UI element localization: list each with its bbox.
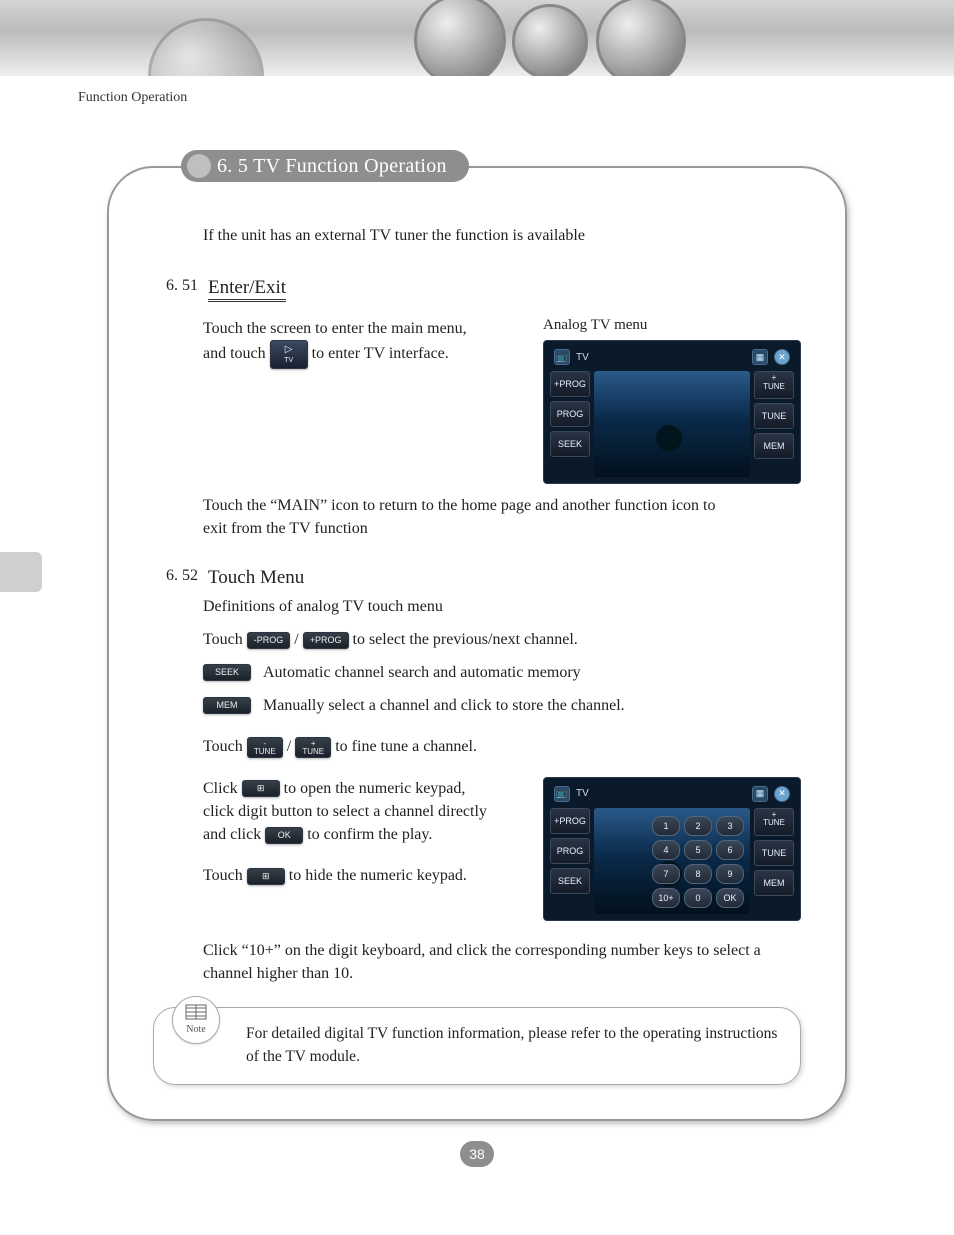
key-3: 3 (716, 816, 744, 836)
grid-icon: ▦ (752, 349, 768, 365)
content-panel: 6. 5 TV Function Operation If the unit h… (107, 166, 847, 1121)
keypad-icon: ⊞ (242, 780, 280, 797)
mem-button: MEM (754, 433, 794, 459)
keypad-open-paragraph: Click ⊞ to open the numeric keypad, clic… (203, 777, 495, 847)
tune-plus-button: +TUNE (754, 808, 794, 836)
seek-icon: SEEK (203, 664, 251, 681)
tune-button: TUNE (754, 403, 794, 429)
tune-button: TUNE (754, 840, 794, 866)
note-label: Note (186, 1022, 205, 1037)
key-6: 6 (716, 840, 744, 860)
text: Manually select a channel and click to s… (263, 694, 625, 717)
text: / (294, 631, 302, 648)
tune-line: Touch -TUNE / +TUNE to fine tune a chann… (203, 735, 801, 758)
text: Touch (203, 867, 243, 884)
key-0: 0 (684, 888, 712, 908)
analog-tv-menu-label: Analog TV menu (543, 317, 801, 334)
ok-icon: OK (265, 827, 303, 844)
grid-icon: ▦ (752, 786, 768, 802)
key-9: 9 (716, 864, 744, 884)
definitions-line: Definitions of analog TV touch menu (203, 595, 801, 618)
seek-button: SEEK (550, 868, 590, 894)
key-5: 5 (684, 840, 712, 860)
prog-plus-icon: +PROG (303, 632, 349, 649)
section-number: 6. 52 (153, 567, 198, 585)
tv-logo-icon: 📺 (554, 349, 570, 365)
close-icon: ✕ (774, 349, 790, 365)
text: to enter TV interface. (312, 346, 449, 363)
prog-button: PROG (550, 838, 590, 864)
section-6-51-header: 6. 51 Enter/Exit (153, 277, 801, 299)
tv-title: TV (576, 788, 589, 799)
prog-button: PROG (550, 401, 590, 427)
keypad-icon: ⊞ (247, 868, 285, 885)
page-number: 38 (460, 1141, 494, 1167)
prog-line: Touch -PROG / +PROG to select the previo… (203, 628, 801, 651)
prog-plus-button: +PROG (550, 371, 590, 397)
numeric-keypad: 1 2 3 4 5 6 7 8 9 10+ 0 (652, 816, 744, 908)
note-icon: Note (172, 996, 220, 1044)
tv-screen-figure-1: 📺 TV ▦ ✕ +PROG PROG SEEK (543, 340, 801, 484)
section-heading: Enter/Exit (208, 277, 286, 302)
key-8: 8 (684, 864, 712, 884)
section-heading: Touch Menu (208, 567, 304, 589)
note-text: For detailed digital TV function informa… (246, 1025, 777, 1065)
text: to hide the numeric keypad. (289, 867, 467, 884)
main-icon-paragraph: Touch the “MAIN” icon to return to the h… (203, 494, 743, 540)
close-icon: ✕ (774, 786, 790, 802)
prog-plus-button: +PROG (550, 808, 590, 834)
text: to confirm the play. (307, 826, 432, 843)
running-head: Function Operation (0, 76, 954, 106)
seek-button: SEEK (550, 431, 590, 457)
tv-logo-icon: 📺 (554, 786, 570, 802)
key-1: 1 (652, 816, 680, 836)
text: Click (203, 780, 238, 797)
enter-exit-paragraph: Touch the screen to enter the main menu,… (203, 317, 491, 369)
seek-line: SEEK Automatic channel search and automa… (203, 661, 801, 684)
section-6-52-header: 6. 52 Touch Menu (153, 567, 801, 589)
prog-minus-icon: -PROG (247, 632, 291, 649)
keypad-hide-paragraph: Touch ⊞ to hide the numeric keypad. (203, 864, 495, 887)
intro-text: If the unit has an external TV tuner the… (203, 224, 801, 247)
mem-button: MEM (754, 870, 794, 896)
ten-plus-paragraph: Click “10+” on the digit keyboard, and c… (203, 939, 803, 985)
tune-plus-icon: +TUNE (295, 737, 331, 757)
header-banner (0, 0, 954, 76)
text: Touch (203, 738, 243, 755)
key-4: 4 (652, 840, 680, 860)
note-box: Note For detailed digital TV function in… (153, 1007, 801, 1086)
tv-title: TV (576, 352, 589, 363)
section-number: 6. 51 (153, 277, 198, 295)
side-tab (0, 552, 42, 592)
text: to fine tune a channel. (335, 738, 477, 755)
tv-icon: ▷TV (270, 340, 308, 369)
tune-minus-icon: -TUNE (247, 737, 283, 757)
text: Automatic channel search and automatic m… (263, 661, 581, 684)
key-7: 7 (652, 864, 680, 884)
text: / (287, 738, 295, 755)
mem-line: MEM Manually select a channel and click … (203, 694, 801, 717)
tv-screen-figure-2: 📺 TV ▦ ✕ +PROG PROG SEEK (543, 777, 801, 921)
mem-icon: MEM (203, 697, 251, 714)
text: Touch (203, 631, 243, 648)
key-2: 2 (684, 816, 712, 836)
tune-plus-button: +TUNE (754, 371, 794, 399)
key-ok: OK (716, 888, 744, 908)
key-10plus: 10+ (652, 888, 680, 908)
section-title: 6. 5 TV Function Operation (181, 150, 469, 182)
text: to select the previous/next channel. (353, 631, 578, 648)
